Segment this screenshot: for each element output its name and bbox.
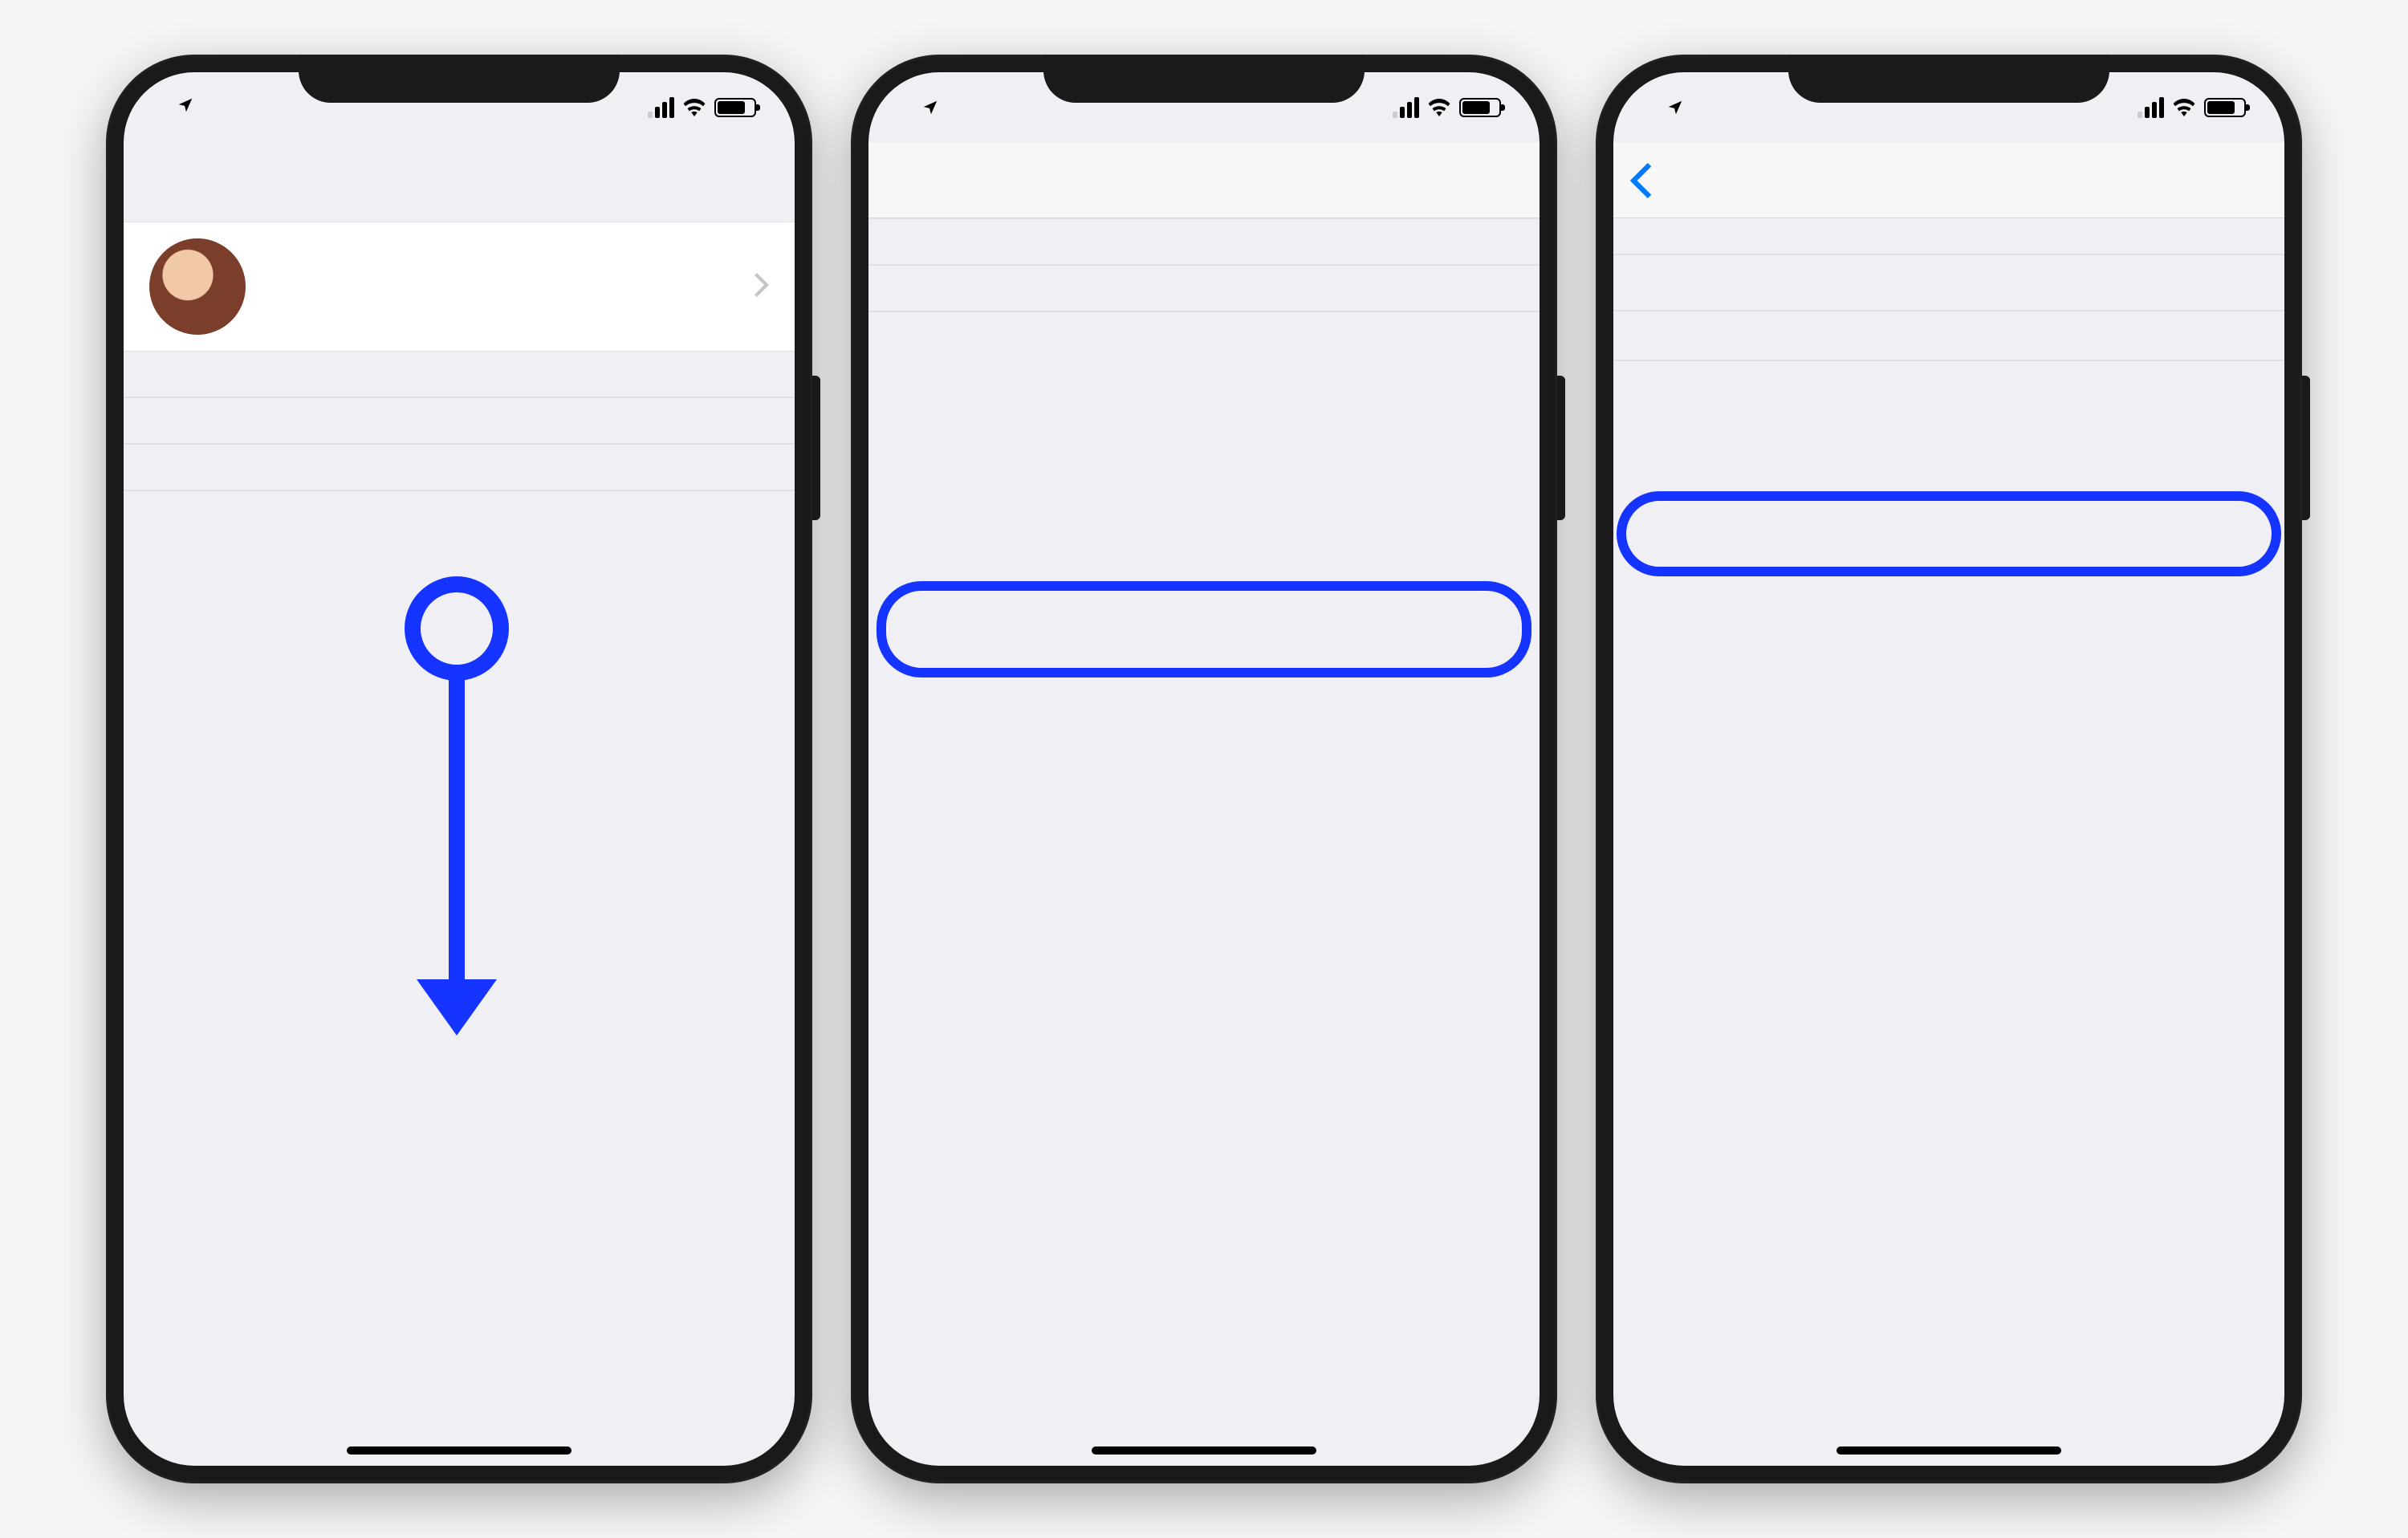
battery-icon xyxy=(2204,98,2246,117)
phone-frame-2 xyxy=(851,55,1557,1483)
section-apps xyxy=(1613,360,2284,361)
settings-group-general xyxy=(124,490,795,491)
chevron-right-icon xyxy=(755,273,769,301)
location-arrow-icon xyxy=(921,93,939,123)
avatar xyxy=(149,238,246,335)
wifi-icon xyxy=(682,93,706,123)
notch xyxy=(1043,55,1365,103)
screen-2 xyxy=(868,72,1540,1466)
scroll-down-hint-overlay xyxy=(405,576,509,1036)
signal-icon xyxy=(1393,97,1419,118)
settings-group-accounts xyxy=(868,311,1540,312)
signal-icon xyxy=(648,97,674,118)
location-arrow-icon xyxy=(1666,93,1684,123)
signal-icon xyxy=(2138,97,2164,118)
screen-1 xyxy=(124,72,795,1466)
screen-3 xyxy=(1613,72,2284,1466)
notch xyxy=(1788,55,2109,103)
section-header-ask-siri xyxy=(1613,218,2284,254)
phone-frame-3 xyxy=(1596,55,2302,1483)
highlight-siri-search xyxy=(877,581,1531,677)
highlight-language xyxy=(1617,491,2281,576)
home-indicator[interactable] xyxy=(1837,1446,2061,1455)
phone-frame-1 xyxy=(106,55,812,1483)
location-arrow-icon xyxy=(177,96,194,119)
page-title xyxy=(124,143,795,222)
battery-icon xyxy=(714,98,756,117)
home-indicator[interactable] xyxy=(1092,1446,1316,1455)
section-footer-siri-suggestions xyxy=(1613,311,2284,331)
back-button[interactable] xyxy=(1629,163,1655,198)
notch xyxy=(299,55,620,103)
nav-bar xyxy=(868,143,1540,218)
section-header-siri-suggestions xyxy=(1613,275,2284,310)
section-footer-ask-siri xyxy=(1613,255,2284,275)
home-indicator[interactable] xyxy=(347,1446,571,1455)
wifi-icon xyxy=(2172,93,2196,123)
profile-row[interactable] xyxy=(124,222,795,351)
nav-bar xyxy=(1613,143,2284,218)
wifi-icon xyxy=(1427,93,1451,123)
battery-icon xyxy=(1459,98,1501,117)
